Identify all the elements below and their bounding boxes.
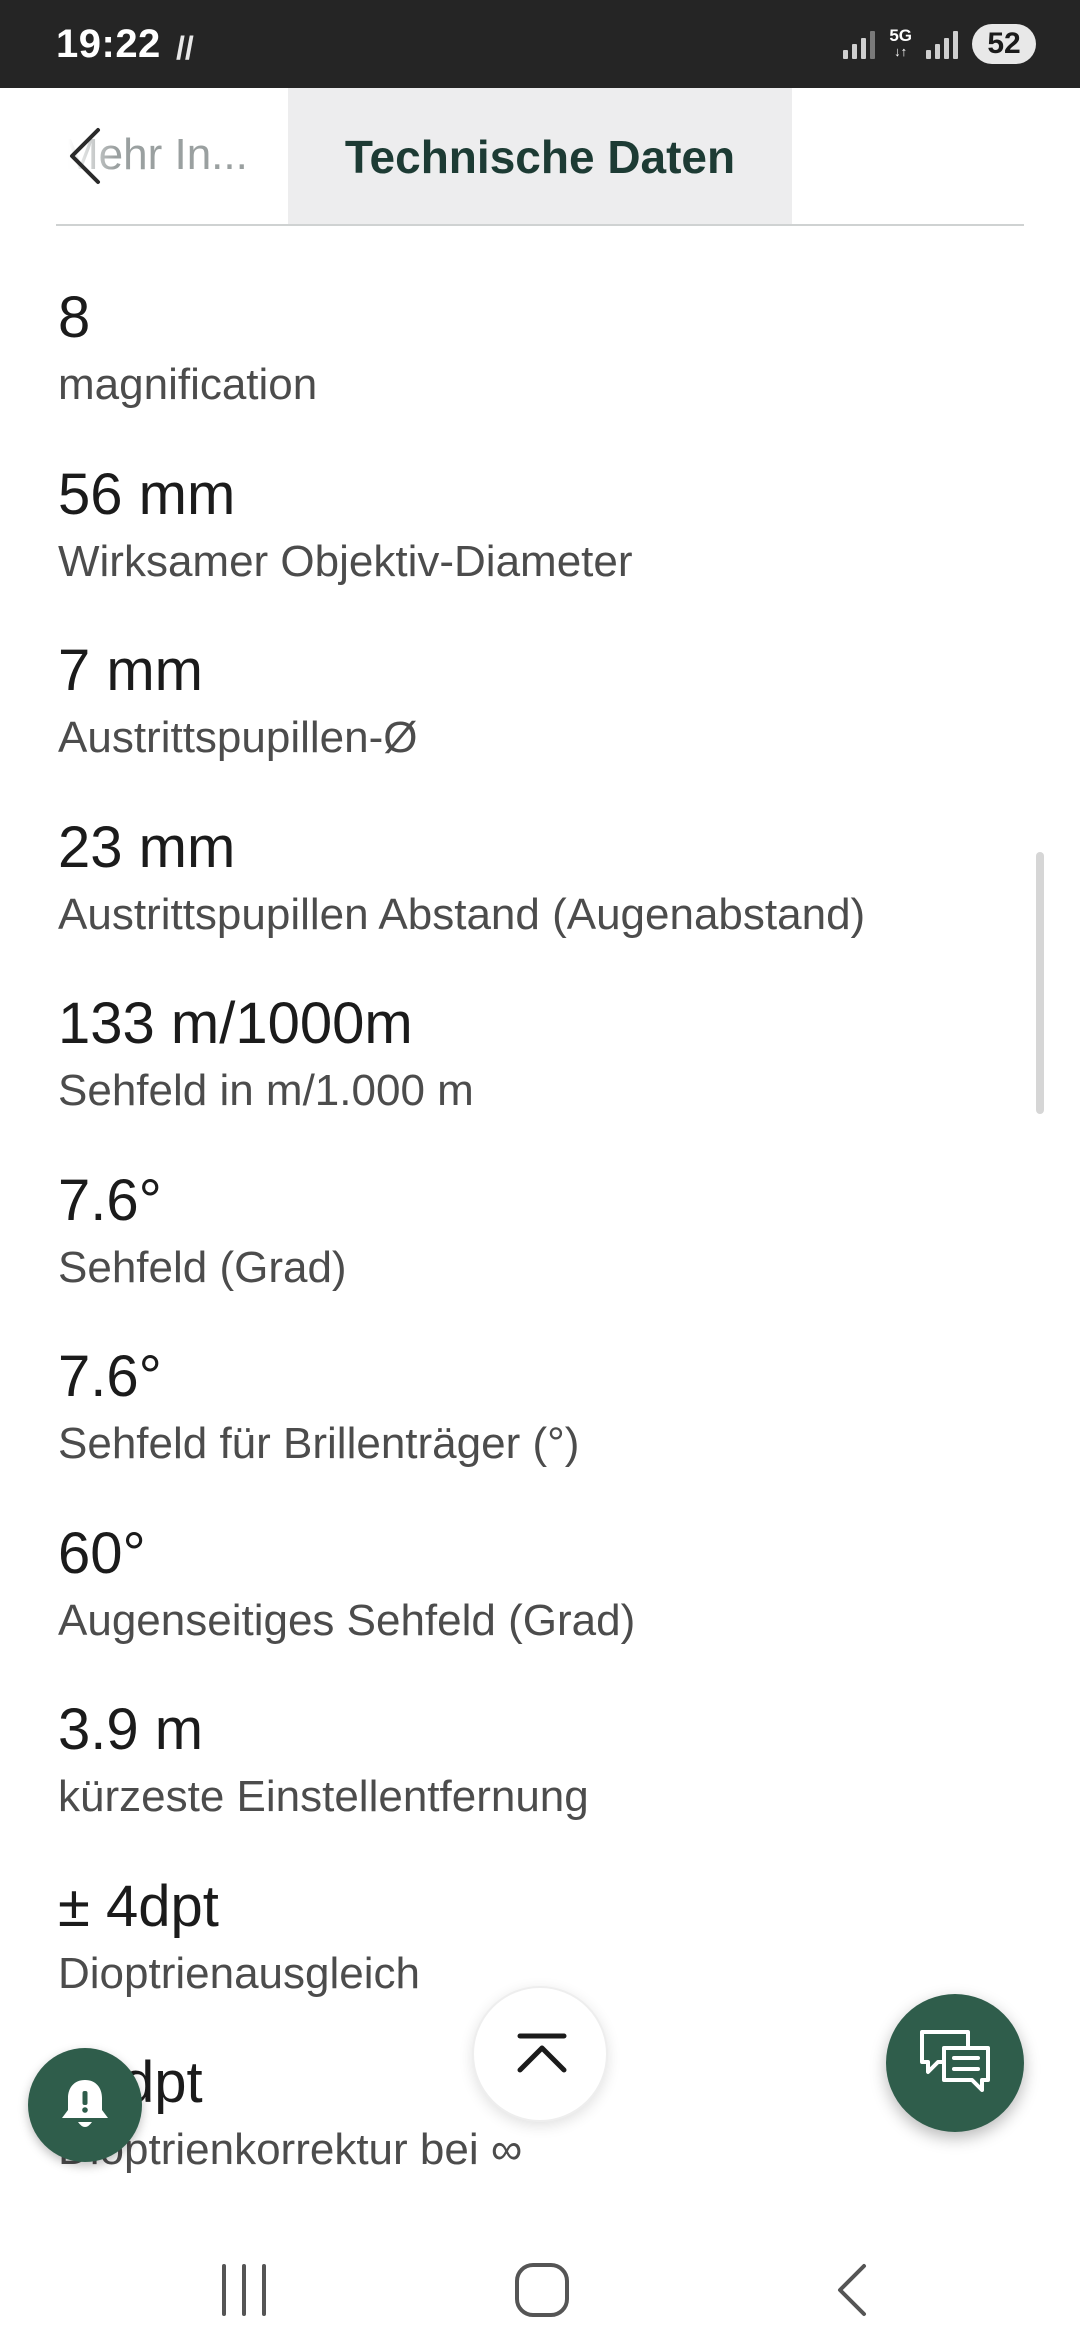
spec-value: 133 m/1000m [58, 991, 413, 1056]
recent-apps-icon[interactable] [214, 2260, 274, 2320]
spec-item: 60° Augenseitiges Sehfeld (Grad) [58, 1518, 1018, 1695]
spec-item: 8 magnification [58, 282, 1018, 459]
system-nav-bar [0, 2186, 1080, 2340]
tab-technische-daten[interactable]: Technische Daten [288, 88, 792, 224]
status-right: 5G ↓↑ 52 [843, 22, 1036, 66]
spec-list: 8 magnification 56 mm Wirksamer Objektiv… [58, 282, 1018, 2224]
spec-label: Austrittspupillen Abstand (Augenabstand) [58, 889, 866, 939]
scroll-to-top-button[interactable] [472, 1986, 608, 2122]
network-type-badge: 5G ↓↑ [889, 26, 912, 59]
home-icon[interactable] [512, 2260, 572, 2320]
spec-value: 8 [58, 285, 91, 350]
chat-bubbles-icon [920, 2030, 990, 2092]
status-misc-icon: // [176, 30, 194, 66]
tab-mehr-info[interactable]: Mehr In... [56, 88, 288, 224]
spec-label: Austrittspupillen-Ø [58, 713, 418, 762]
spec-item: 3.9 m kürzeste Einstellentfernung [58, 1694, 1018, 1871]
spec-value: 3.9 m [58, 1697, 204, 1762]
arrow-up-icon [517, 2033, 567, 2073]
spec-label: magnification [58, 360, 318, 409]
tab-technische-daten-label: Technische Daten [344, 131, 736, 183]
spec-label: Augenseitiges Sehfeld (Grad) [58, 1595, 636, 1645]
spec-value: ± 4dpt [58, 1873, 219, 1939]
spec-label: Dioptrienkorrektur bei ∞ [58, 2125, 523, 2174]
spec-item: 56 mm Wirksamer Objektiv-Diameter [58, 459, 1018, 636]
back-icon[interactable] [822, 2260, 882, 2320]
spec-item: 7.6° Sehfeld für Brillenträger (°) [58, 1341, 1018, 1518]
spec-label: Sehfeld (Grad) [58, 1242, 347, 1292]
spec-label: kürzeste Einstellentfernung [58, 1772, 589, 1821]
spec-value: 7.6° [58, 1167, 162, 1233]
spec-label: Wirksamer Objektiv-Diameter [58, 536, 633, 586]
spec-item: 7 mm Austrittspupillen-Ø [58, 635, 1018, 812]
spec-value: 7 mm [58, 638, 203, 703]
spec-label: Sehfeld in m/1.000 m [58, 1066, 474, 1115]
spec-value: 56 mm [58, 461, 236, 527]
spec-value: 7.6° [58, 1344, 162, 1409]
status-time: 19:22 [56, 22, 161, 66]
chevron-left-icon[interactable] [64, 126, 110, 186]
notification-button[interactable] [28, 2048, 142, 2162]
spec-label: Sehfeld für Brillenträger (°) [58, 1419, 580, 1468]
spec-value: 23 mm [58, 814, 236, 880]
spec-item: 23 mm Austrittspupillen Abstand (Augenab… [58, 812, 1018, 989]
tab-bar: Mehr In... Technische Daten [56, 88, 1024, 226]
signal-icon-2 [926, 29, 958, 59]
scrollbar-thumb[interactable] [1036, 852, 1044, 1114]
spec-item: 133 m/1000m Sehfeld in m/1.000 m [58, 988, 1018, 1165]
signal-icon [843, 29, 876, 59]
chat-button[interactable] [886, 1994, 1024, 2132]
spec-item: 7.6° Sehfeld (Grad) [58, 1165, 1018, 1342]
battery-badge: 52 [972, 24, 1036, 64]
spec-value: 60° [58, 1520, 146, 1586]
bell-icon [62, 2080, 108, 2127]
status-bar: 19:22 // 5G ↓↑ 52 [0, 0, 1080, 88]
